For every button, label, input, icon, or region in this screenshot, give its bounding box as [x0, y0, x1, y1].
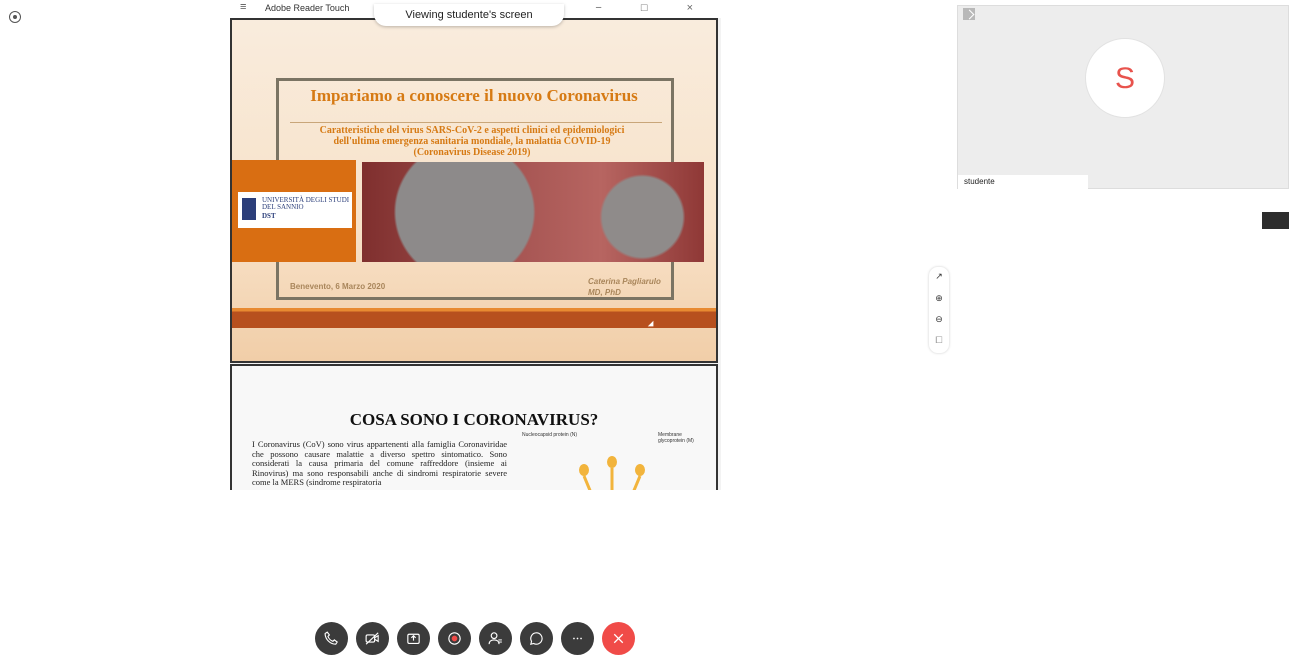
avatar: S [1085, 38, 1165, 118]
more-button[interactable] [561, 622, 594, 655]
end-call-button[interactable] [602, 622, 635, 655]
university-logo-text: UNIVERSITÀ DEGLI STUDI DEL SANNIO DST [262, 197, 349, 220]
phone-button[interactable] [315, 622, 348, 655]
chat-icon [530, 632, 543, 645]
app-title: Adobe Reader Touch [265, 3, 350, 13]
share-button[interactable] [397, 622, 430, 655]
phone-icon [324, 631, 338, 645]
membrane-label-line: glycoprotein (M) [658, 438, 694, 444]
slide1-title: Impariamo a conoscere il nuovo Coronavir… [310, 86, 638, 105]
end-call-icon [613, 633, 624, 644]
membrane-label: Membrane glycoprotein (M) [658, 432, 694, 444]
zoom-out-icon[interactable]: ⊖ [929, 314, 949, 325]
video-button[interactable] [356, 622, 389, 655]
subtitle-line: (Coronavirus Disease 2019) [413, 147, 531, 158]
participants-icon [488, 632, 502, 645]
fit-icon[interactable]: ⧠ [929, 335, 949, 346]
participant-tile[interactable]: S studente [957, 5, 1289, 189]
hamburger-menu-icon: ≡ [240, 1, 247, 13]
window-controls-icon: ↘ − □ × [547, 2, 711, 14]
expand-panel-icon[interactable] [963, 8, 975, 20]
university-logo: UNIVERSITÀ DEGLI STUDI DEL SANNIO DST [238, 192, 352, 228]
more-icon [573, 637, 582, 640]
logo-text: DEL SANNIO [262, 203, 304, 211]
viewing-banner: Viewing studente's screen [374, 4, 564, 26]
zoom-toolbar: ↗ ⊕ ⊖ ⧠ [928, 266, 950, 354]
info-icon[interactable] [9, 11, 21, 23]
subtitle-line: dell'ultima emergenza sanitaria mondiale… [333, 136, 611, 147]
share-icon [407, 633, 420, 645]
participants-button[interactable] [479, 622, 512, 655]
chat-button[interactable] [520, 622, 553, 655]
slide1-subtitle: Caratteristiche del virus SARS-CoV-2 e a… [272, 125, 672, 158]
place-date: Benevento, 6 Marzo 2020 [290, 282, 386, 291]
slide-title: Impariamo a conoscere il nuovo Coronavir… [230, 18, 718, 363]
title-divider [290, 122, 662, 123]
logo-text: DST [262, 212, 276, 220]
expand-icon[interactable]: ↗ [929, 271, 949, 282]
participant-name: studente [958, 175, 1088, 189]
nucleocapsid-label: Nucleocapsid protein (N) [522, 432, 578, 438]
virus-image [362, 162, 704, 262]
slide2-title: COSA SONO I CORONAVIRUS? [349, 410, 599, 429]
author-degree: MD, PhD [588, 288, 621, 297]
university-crest-icon [242, 198, 256, 220]
video-off-icon [365, 632, 379, 645]
record-button[interactable] [438, 622, 471, 655]
virus-diagram-icon [579, 456, 645, 490]
author-name: Caterina Pagliarulo [588, 277, 661, 286]
slide-coronavirus: COSA SONO I CORONAVIRUS? I Coronavirus (… [230, 364, 718, 490]
shared-screen: ≡ Adobe Reader Touch ↘ − □ × Impariamo a… [230, 0, 721, 490]
record-icon [448, 632, 461, 645]
zoom-in-icon[interactable]: ⊕ [929, 293, 949, 304]
subtitle-line: Caratteristiche del virus SARS-CoV-2 e a… [319, 125, 625, 136]
self-view-thumbnail[interactable] [1262, 212, 1289, 229]
footer-stripe [232, 308, 716, 328]
slide2-body: I Coronavirus (CoV) sono virus appartene… [252, 439, 507, 487]
author: Caterina Pagliarulo MD, PhD [588, 276, 661, 298]
